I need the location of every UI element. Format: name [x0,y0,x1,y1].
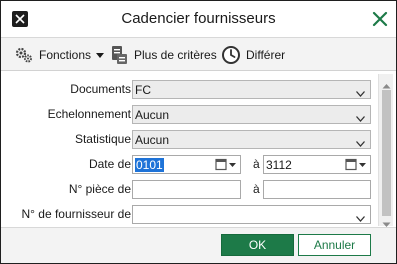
chevron-down-icon [356,86,365,100]
piece-from-input[interactable] [132,180,241,199]
chevron-down-icon [356,136,365,150]
piece-to-input[interactable] [263,180,371,199]
statistique-select[interactable]: Aucun [132,130,371,149]
fonctions-label: Fonctions [39,48,92,62]
differer-label: Différer [246,48,286,62]
ok-button[interactable]: OK [221,234,294,256]
statistique-value: Aucun [135,133,170,147]
documents-select[interactable]: FC [132,80,371,99]
window-title: Cadencier fournisseurs [121,10,276,27]
piece-de-label: N° pièce de [68,182,131,196]
date-from-value: 0101 [135,158,164,172]
echelonnement-label: Echelonnement [47,107,131,121]
documents-label: Documents [70,82,131,96]
dialog-footer: OK Annuler [1,227,396,263]
plus-de-criteres-button[interactable]: Plus de critères [111,44,217,66]
chevron-down-icon [96,52,105,58]
echelonnement-value: Aucun [135,108,170,122]
vertical-scrollbar[interactable] [378,74,393,227]
toolbar: Fonctions Plus de critères Différer [1,37,396,71]
title-bar: Cadencier fournisseurs [1,1,396,37]
fonctions-menu-button[interactable]: Fonctions [14,44,105,66]
chevron-down-icon [356,211,365,225]
statistique-label: Statistique [74,132,131,146]
date-to-input[interactable]: 3112 [263,155,371,174]
fournisseur-label: N° de fournisseur de [21,207,131,221]
document-criteria-icon [111,45,129,65]
calendar-icon[interactable] [215,158,237,171]
date-to-value: 3112 [266,158,292,172]
cancel-button[interactable]: Annuler [298,234,371,256]
chevron-down-icon [356,111,365,125]
gears-icon [14,46,34,64]
scrollbar-thumb[interactable] [382,90,391,216]
piece-a-label: à [253,182,260,196]
date-de-label: Date de [88,157,131,171]
plus-de-criteres-label: Plus de critères [134,48,217,62]
clock-icon [221,45,241,65]
fournisseur-select[interactable] [132,205,371,224]
echelonnement-select[interactable]: Aucun [132,105,371,124]
close-icon[interactable] [371,10,389,28]
differer-button[interactable]: Différer [221,44,285,66]
documents-value: FC [135,83,151,97]
criteria-form: Documents FC Echelonnement Aucun Statist… [2,72,380,227]
date-a-label: à [253,157,260,171]
calendar-icon[interactable] [345,158,367,171]
dialog-window: Cadencier fournisseurs Fonctions Plus de… [0,0,397,264]
date-from-input[interactable]: 0101 [132,155,241,174]
